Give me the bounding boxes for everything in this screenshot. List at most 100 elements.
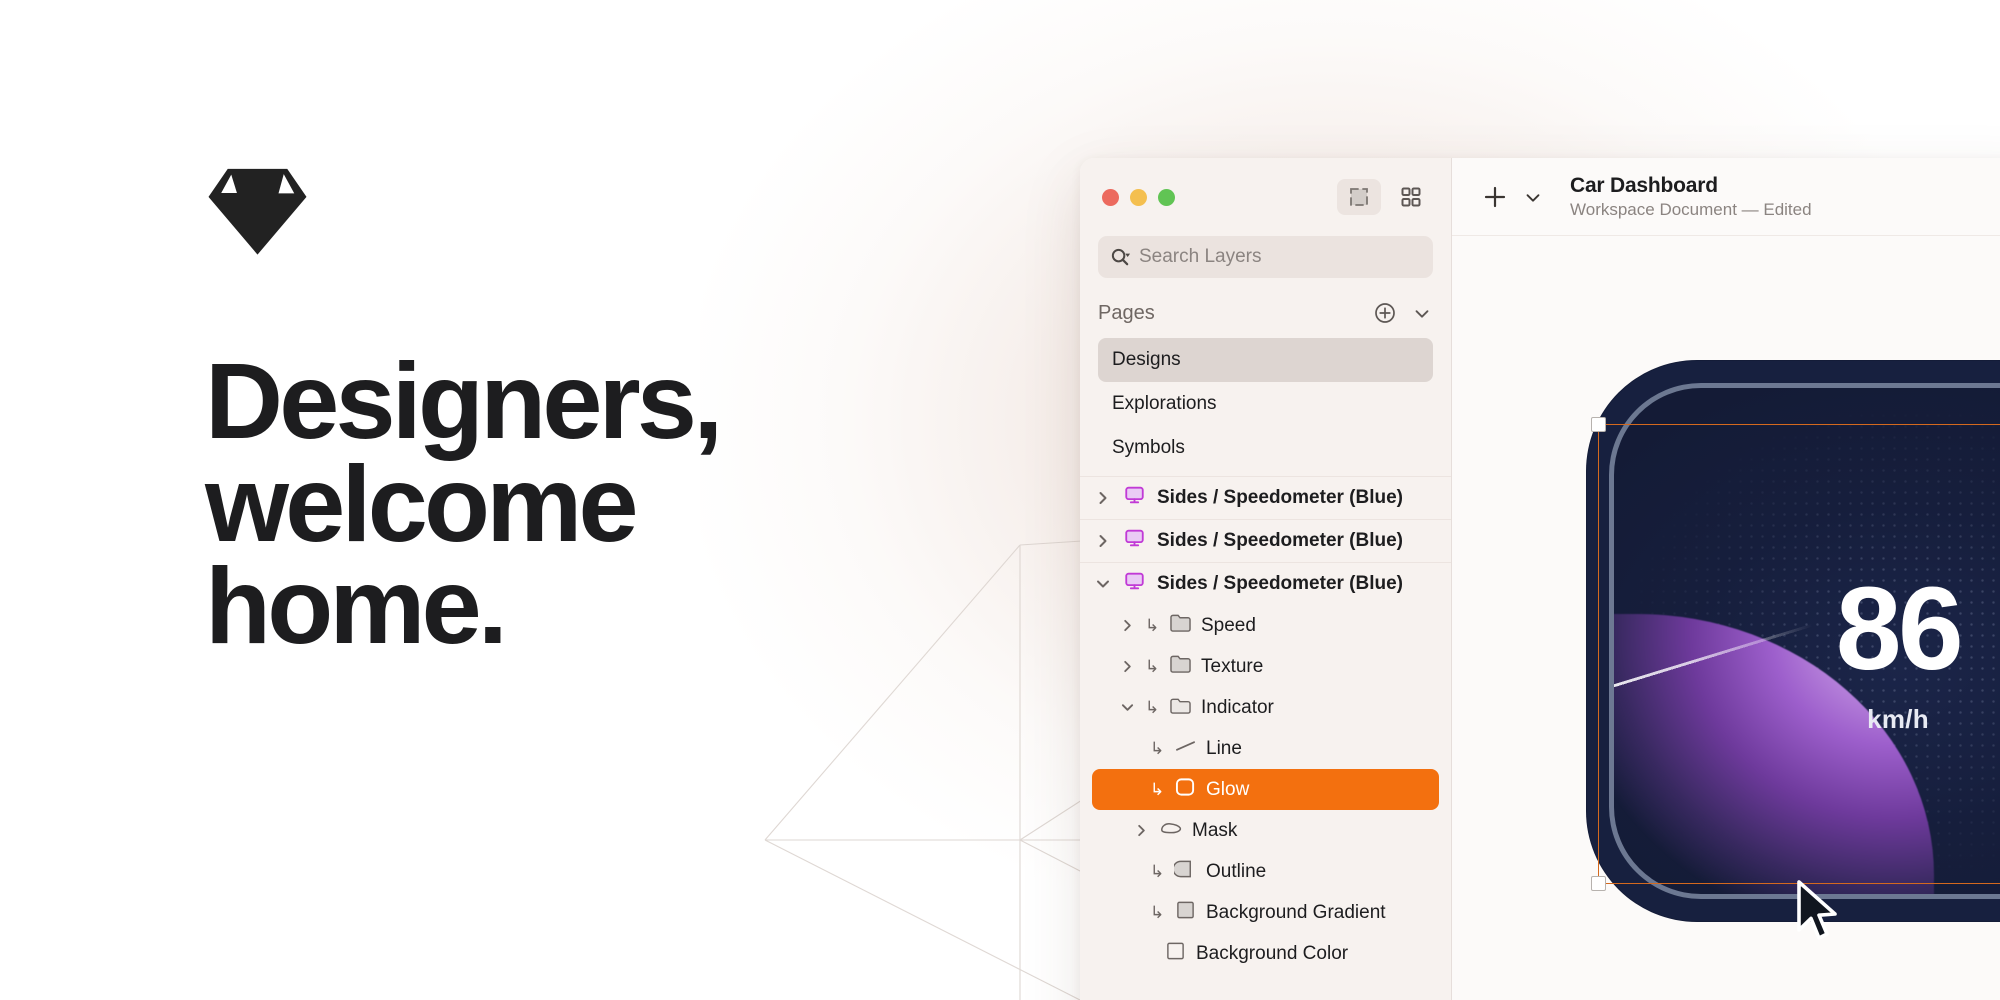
layer-label: Line — [1206, 737, 1242, 759]
sketch-app-window: Search Layers Pages Designs Explorations — [1080, 158, 2000, 1000]
mask-arrow-icon: ↳ — [1145, 616, 1160, 635]
layer-row-indicator[interactable]: ↳ Indicator — [1092, 687, 1439, 728]
traffic-lights — [1102, 188, 1175, 206]
layer-label: Indicator — [1201, 696, 1274, 718]
search-container: Search Layers — [1080, 236, 1451, 288]
canvas-area: Car Dashboard Workspace Document — Edite… — [1452, 158, 2000, 1000]
search-input[interactable]: Search Layers — [1098, 236, 1433, 278]
layer-label: Outline — [1206, 860, 1267, 882]
window-titlebar — [1080, 158, 1451, 236]
layer-row-texture[interactable]: ↳ Texture — [1092, 646, 1439, 687]
layer-row-glow[interactable]: ↳ Glow — [1092, 769, 1439, 810]
layer-row-artboard[interactable]: Sides / Speedometer (Blue) — [1080, 519, 1451, 562]
chevron-down-icon[interactable] — [1411, 302, 1433, 324]
close-button[interactable] — [1102, 188, 1119, 206]
minimize-button[interactable] — [1130, 188, 1147, 206]
pages-actions — [1373, 301, 1433, 325]
pages-list: Designs Explorations Symbols — [1080, 338, 1451, 470]
symbol-icon — [1123, 484, 1146, 512]
view-toggle-group — [1337, 179, 1433, 215]
grid-view-button[interactable] — [1389, 179, 1433, 215]
partial-rect-icon — [1172, 859, 1197, 885]
zoom-button[interactable] — [1158, 188, 1175, 206]
page-label: Symbols — [1112, 437, 1185, 458]
selection-handle-bottom-left[interactable] — [1591, 876, 1606, 891]
document-title-block: Car Dashboard Workspace Document — Edite… — [1570, 174, 1812, 220]
layer-row-speed[interactable]: ↳ Speed — [1092, 605, 1439, 646]
search-icon — [1111, 248, 1131, 265]
plus-icon[interactable] — [1480, 182, 1510, 212]
layer-label: Sides / Speedometer (Blue) — [1157, 487, 1404, 508]
layer-label: Background Gradient — [1206, 901, 1386, 923]
layer-row-background-gradient[interactable]: ↳ Background Gradient — [1092, 892, 1439, 933]
headline-line-2: welcome — [205, 442, 639, 564]
folder-icon — [1169, 613, 1192, 639]
mask-arrow-icon: ↳ — [1145, 698, 1160, 717]
chevron-right-icon[interactable] — [1094, 534, 1112, 548]
page-label: Designs — [1112, 349, 1181, 370]
chevron-down-icon[interactable] — [1094, 577, 1112, 591]
layer-label: Glow — [1206, 778, 1250, 800]
document-title: Car Dashboard — [1570, 173, 1718, 197]
canvas-view-button[interactable] — [1337, 179, 1381, 215]
square-icon — [1174, 900, 1197, 926]
speed-readout: 86 km/h — [1614, 570, 2000, 735]
layer-label: Mask — [1192, 819, 1238, 841]
layers-list: Sides / Speedometer (Blue) Sides / Speed… — [1080, 470, 1451, 1000]
layer-label: Background Color — [1196, 942, 1349, 964]
design-canvas[interactable]: 86 km/h — [1452, 236, 2000, 1000]
page-item-symbols[interactable]: Symbols — [1098, 426, 1433, 470]
chevron-right-icon[interactable] — [1118, 660, 1136, 673]
symbol-icon — [1123, 527, 1146, 555]
chevron-right-icon[interactable] — [1118, 619, 1136, 632]
document-toolbar: Car Dashboard Workspace Document — Edite… — [1452, 158, 2000, 236]
layers-sidebar: Search Layers Pages Designs Explorations — [1080, 158, 1452, 1000]
layer-row-artboard-expanded[interactable]: Sides / Speedometer (Blue) — [1080, 562, 1451, 605]
layer-row-artboard[interactable]: Sides / Speedometer (Blue) — [1080, 476, 1451, 519]
line-icon — [1174, 737, 1197, 761]
search-placeholder-text: Search Layers — [1139, 246, 1262, 267]
chevron-right-icon[interactable] — [1132, 824, 1150, 837]
grid-icon — [1401, 187, 1421, 207]
speedometer-artboard[interactable]: 86 km/h — [1587, 361, 2000, 921]
speed-unit: km/h — [1867, 704, 1929, 734]
folder-open-icon — [1169, 695, 1192, 721]
layer-row-mask[interactable]: Mask — [1092, 810, 1439, 851]
layer-label: Sides / Speedometer (Blue) — [1157, 573, 1404, 594]
add-control-group[interactable] — [1480, 182, 1544, 212]
speedometer-inner-ring: 86 km/h — [1609, 383, 2000, 899]
layer-row-background-color[interactable]: Background Color — [1092, 933, 1439, 974]
chevron-down-icon[interactable] — [1118, 701, 1136, 714]
page-item-designs[interactable]: Designs — [1098, 338, 1433, 382]
layer-row-line[interactable]: ↳ Line — [1092, 728, 1439, 769]
folder-icon — [1169, 654, 1192, 680]
mask-arrow-icon: ↳ — [1150, 780, 1165, 799]
mask-arrow-icon: ↳ — [1150, 862, 1165, 881]
plus-circle-icon[interactable] — [1373, 301, 1397, 325]
cloud-shape-icon — [1159, 819, 1183, 843]
artboard-icon — [1350, 188, 1368, 206]
layer-label: Texture — [1201, 655, 1264, 677]
layer-label: Speed — [1201, 614, 1256, 636]
speed-value: 86 — [1835, 563, 1964, 695]
mask-arrow-icon: ↳ — [1150, 739, 1165, 758]
layer-row-outline[interactable]: ↳ Outline — [1092, 851, 1439, 892]
layer-label: Sides / Speedometer (Blue) — [1157, 530, 1404, 551]
sketch-diamond-logo — [208, 168, 307, 255]
marketing-panel: Designers, welcome home. — [0, 0, 900, 1000]
pages-header: Pages — [1080, 288, 1451, 338]
pages-title: Pages — [1098, 301, 1155, 324]
document-subtitle: Workspace Document — Edited — [1570, 199, 1812, 219]
page-label: Explorations — [1112, 393, 1217, 414]
rounded-rect-icon — [1174, 777, 1197, 803]
chevron-down-icon[interactable] — [1522, 186, 1544, 208]
empty-square-icon — [1164, 941, 1187, 967]
mask-arrow-icon: ↳ — [1145, 657, 1160, 676]
page-item-explorations[interactable]: Explorations — [1098, 382, 1433, 426]
chevron-right-icon[interactable] — [1094, 491, 1112, 505]
headline-line-3: home. — [205, 545, 508, 667]
mask-arrow-icon: ↳ — [1150, 903, 1165, 922]
headline-line-1: Designers, — [205, 340, 723, 461]
symbol-icon — [1123, 570, 1146, 598]
page-headline: Designers, welcome home. — [205, 340, 905, 667]
